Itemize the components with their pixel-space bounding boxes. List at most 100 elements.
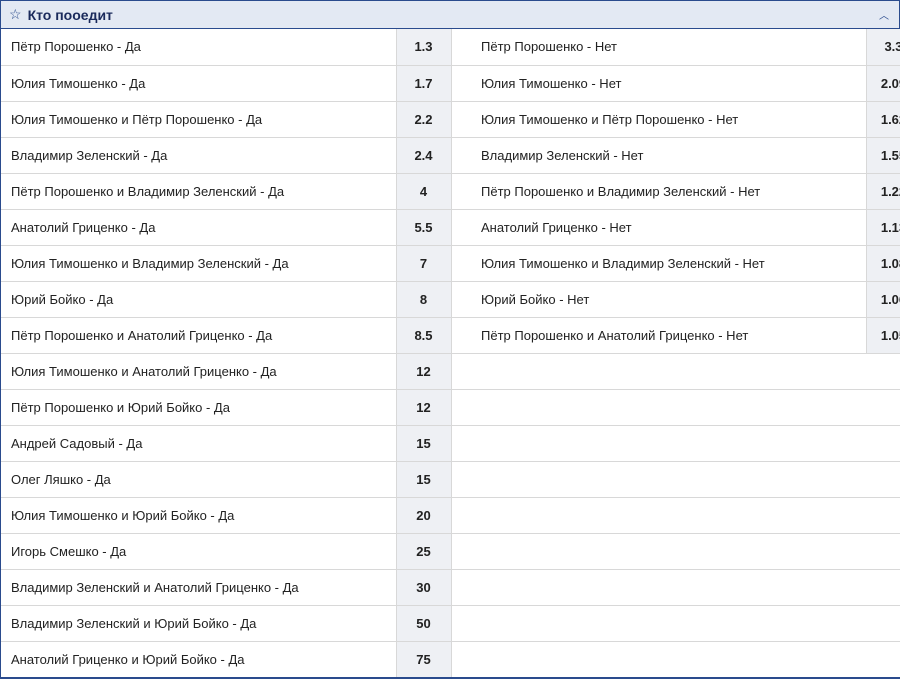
outcome-name-left: Юлия Тимошенко - Да <box>1 65 396 101</box>
odd-button-right[interactable]: 1.08 <box>866 245 900 281</box>
outcome-name-left: Олег Ляшко - Да <box>1 461 396 497</box>
odd-button-right <box>866 461 900 497</box>
odd-button-left[interactable]: 7 <box>396 245 451 281</box>
odd-button-left[interactable]: 12 <box>396 353 451 389</box>
table-row: Пётр Порошенко и Анатолий Гриценко - Да8… <box>1 317 900 353</box>
star-icon[interactable]: ☆ <box>9 6 22 23</box>
panel-header[interactable]: ☆ Кто пооедит ︿ <box>1 1 899 29</box>
odd-button-right[interactable]: 1.13 <box>866 209 900 245</box>
odd-button-left[interactable]: 12 <box>396 389 451 425</box>
outcome-name-right <box>471 605 866 641</box>
outcome-name-left: Юлия Тимошенко и Владимир Зеленский - Да <box>1 245 396 281</box>
outcome-name-left: Пётр Порошенко и Юрий Бойко - Да <box>1 389 396 425</box>
table-row: Пётр Порошенко - Да1.3 Пётр Порошенко - Н… <box>1 29 900 65</box>
odd-button-left[interactable]: 8 <box>396 281 451 317</box>
odd-button-right[interactable]: 1.55 <box>866 137 900 173</box>
table-row: Владимир Зеленский и Анатолий Гриценко -… <box>1 569 900 605</box>
outcome-name-left: Пётр Порошенко и Владимир Зеленский - Да <box>1 173 396 209</box>
outcome-name-left: Анатолий Гриценко - Да <box>1 209 396 245</box>
outcome-name-left: Юлия Тимошенко и Анатолий Гриценко - Да <box>1 353 396 389</box>
outcome-name-left: Владимир Зеленский - Да <box>1 137 396 173</box>
odd-button-left[interactable]: 4 <box>396 173 451 209</box>
table-row: Юрий Бойко - Да8 Юрий Бойко - Нет1.06 <box>1 281 900 317</box>
outcome-name-right: Владимир Зеленский - Нет <box>471 137 866 173</box>
odd-button-left[interactable]: 2.2 <box>396 101 451 137</box>
chevron-up-icon[interactable]: ︿ <box>879 7 889 22</box>
odd-button-left[interactable]: 5.5 <box>396 209 451 245</box>
odd-button-right <box>866 425 900 461</box>
odd-button-left[interactable]: 20 <box>396 497 451 533</box>
odd-button-left[interactable]: 75 <box>396 641 451 677</box>
odd-button-right <box>866 389 900 425</box>
spacer <box>451 389 471 425</box>
outcome-name-left: Пётр Порошенко - Да <box>1 29 396 65</box>
odd-button-right[interactable]: 1.22 <box>866 173 900 209</box>
odds-table: Пётр Порошенко - Да1.3 Пётр Порошенко - Н… <box>1 29 900 678</box>
outcome-name-left: Анатолий Гриценко и Юрий Бойко - Да <box>1 641 396 677</box>
outcome-name-right: Пётр Порошенко - Нет <box>471 29 866 65</box>
outcome-name-right: Пётр Порошенко и Анатолий Гриценко - Нет <box>471 317 866 353</box>
table-row: Владимир Зеленский и Юрий Бойко - Да50 <box>1 605 900 641</box>
odd-button-left[interactable]: 30 <box>396 569 451 605</box>
outcome-name-right <box>471 569 866 605</box>
odd-button-left[interactable]: 8.5 <box>396 317 451 353</box>
spacer <box>451 65 471 101</box>
spacer <box>451 533 471 569</box>
odd-button-left[interactable]: 1.3 <box>396 29 451 65</box>
odd-button-right[interactable]: 3.3 <box>866 29 900 65</box>
odd-button-right <box>866 641 900 677</box>
table-row: Юлия Тимошенко и Юрий Бойко - Да20 <box>1 497 900 533</box>
table-row: Пётр Порошенко и Владимир Зеленский - Да… <box>1 173 900 209</box>
odd-button-left[interactable]: 25 <box>396 533 451 569</box>
outcome-name-right: Юлия Тимошенко и Владимир Зеленский - Не… <box>471 245 866 281</box>
outcome-name-right: Юлия Тимошенко - Нет <box>471 65 866 101</box>
outcome-name-left: Юлия Тимошенко и Юрий Бойко - Да <box>1 497 396 533</box>
spacer <box>451 461 471 497</box>
table-row: Юлия Тимошенко и Пётр Порошенко - Да2.2 Ю… <box>1 101 900 137</box>
spacer <box>451 29 471 65</box>
outcome-name-left: Владимир Зеленский и Анатолий Гриценко -… <box>1 569 396 605</box>
outcome-name-right <box>471 533 866 569</box>
table-row: Анатолий Гриценко - Да5.5 Анатолий Грицен… <box>1 209 900 245</box>
table-row: Олег Ляшко - Да15 <box>1 461 900 497</box>
table-row: Юлия Тимошенко и Владимир Зеленский - Да… <box>1 245 900 281</box>
spacer <box>451 245 471 281</box>
outcome-name-right <box>471 353 866 389</box>
odd-button-right[interactable]: 1.05 <box>866 317 900 353</box>
outcome-name-right <box>471 389 866 425</box>
outcome-name-right <box>471 461 866 497</box>
outcome-name-left: Игорь Смешко - Да <box>1 533 396 569</box>
outcome-name-right: Юлия Тимошенко и Пётр Порошенко - Нет <box>471 101 866 137</box>
table-row: Анатолий Гриценко и Юрий Бойко - Да75 <box>1 641 900 677</box>
spacer <box>451 173 471 209</box>
outcome-name-right: Анатолий Гриценко - Нет <box>471 209 866 245</box>
spacer <box>451 317 471 353</box>
odd-button-left[interactable]: 2.4 <box>396 137 451 173</box>
outcome-name-left: Юрий Бойко - Да <box>1 281 396 317</box>
outcome-name-left: Владимир Зеленский и Юрий Бойко - Да <box>1 605 396 641</box>
spacer <box>451 569 471 605</box>
outcome-name-right <box>471 425 866 461</box>
odds-panel: ☆ Кто пооедит ︿ Пётр Порошенко - Да1.3Пё… <box>0 0 900 679</box>
odd-button-right[interactable]: 1.06 <box>866 281 900 317</box>
odd-button-right <box>866 353 900 389</box>
outcome-name-left: Юлия Тимошенко и Пётр Порошенко - Да <box>1 101 396 137</box>
spacer <box>451 605 471 641</box>
odd-button-left[interactable]: 50 <box>396 605 451 641</box>
odd-button-left[interactable]: 15 <box>396 461 451 497</box>
outcome-name-right <box>471 641 866 677</box>
spacer <box>451 137 471 173</box>
odd-button-left[interactable]: 15 <box>396 425 451 461</box>
odd-button-right[interactable]: 2.09 <box>866 65 900 101</box>
odd-button-left[interactable]: 1.7 <box>396 65 451 101</box>
odd-button-right <box>866 497 900 533</box>
panel-title: Кто пооедит <box>28 7 113 23</box>
outcome-name-right <box>471 497 866 533</box>
outcome-name-right: Юрий Бойко - Нет <box>471 281 866 317</box>
spacer <box>451 209 471 245</box>
table-row: Юлия Тимошенко - Да1.7 Юлия Тимошенко - Н… <box>1 65 900 101</box>
odd-button-right[interactable]: 1.62 <box>866 101 900 137</box>
table-row: Игорь Смешко - Да25 <box>1 533 900 569</box>
table-row: Андрей Садовый - Да15 <box>1 425 900 461</box>
table-row: Пётр Порошенко и Юрий Бойко - Да12 <box>1 389 900 425</box>
